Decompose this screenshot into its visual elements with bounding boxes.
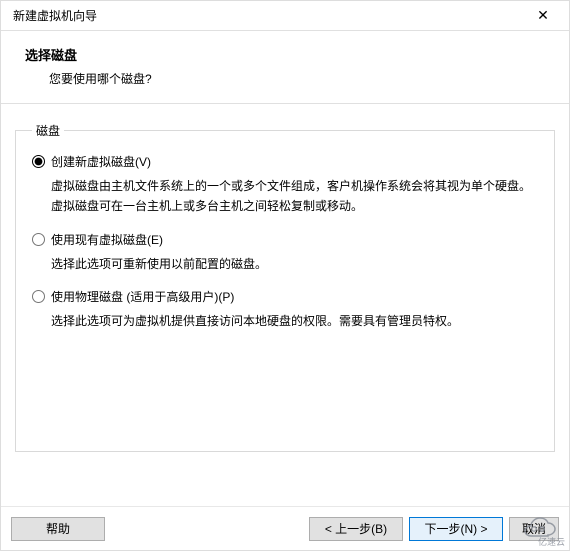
radio-use-existing-disk[interactable] (32, 233, 45, 246)
option-create-new-disk: 创建新虚拟磁盘(V) 虚拟磁盘由主机文件系统上的一个或多个文件组成，客户机操作系… (32, 153, 538, 217)
option-use-existing-disk-row[interactable]: 使用现有虚拟磁盘(E) (32, 231, 538, 248)
option-use-physical-disk: 使用物理磁盘 (适用于高级用户)(P) 选择此选项可为虚拟机提供直接访问本地硬盘… (32, 288, 538, 331)
option-use-physical-disk-row[interactable]: 使用物理磁盘 (适用于高级用户)(P) (32, 288, 538, 305)
option-label: 使用物理磁盘 (适用于高级用户)(P) (51, 288, 234, 305)
page-heading: 选择磁盘 (25, 45, 545, 64)
option-desc: 选择此选项可为虚拟机提供直接访问本地硬盘的权限。需要具有管理员特权。 (51, 311, 538, 331)
radio-use-physical-disk[interactable] (32, 290, 45, 303)
option-label: 使用现有虚拟磁盘(E) (51, 231, 163, 248)
disk-group: 磁盘 创建新虚拟磁盘(V) 虚拟磁盘由主机文件系统上的一个或多个文件组成，客户机… (15, 122, 555, 452)
back-button[interactable]: < 上一步(B) (309, 517, 403, 541)
wizard-footer: 帮助 < 上一步(B) 下一步(N) > 取消 (1, 506, 569, 550)
wizard-content: 磁盘 创建新虚拟磁盘(V) 虚拟磁盘由主机文件系统上的一个或多个文件组成，客户机… (1, 104, 569, 462)
window-title: 新建虚拟机向导 (13, 7, 97, 24)
page-subheading: 您要使用哪个磁盘? (25, 70, 545, 87)
option-desc: 虚拟磁盘由主机文件系统上的一个或多个文件组成，客户机操作系统会将其视为单个硬盘。… (51, 176, 538, 217)
cancel-button[interactable]: 取消 (509, 517, 559, 541)
option-use-existing-disk: 使用现有虚拟磁盘(E) 选择此选项可重新使用以前配置的磁盘。 (32, 231, 538, 274)
title-bar: 新建虚拟机向导 ✕ (1, 1, 569, 31)
close-icon: ✕ (537, 7, 549, 24)
close-button[interactable]: ✕ (525, 2, 561, 30)
disk-group-legend: 磁盘 (32, 122, 64, 139)
option-create-new-disk-row[interactable]: 创建新虚拟磁盘(V) (32, 153, 538, 170)
help-button[interactable]: 帮助 (11, 517, 105, 541)
wizard-header: 选择磁盘 您要使用哪个磁盘? (1, 31, 569, 104)
option-label: 创建新虚拟磁盘(V) (51, 153, 151, 170)
next-button[interactable]: 下一步(N) > (409, 517, 503, 541)
radio-create-new-disk[interactable] (32, 155, 45, 168)
option-desc: 选择此选项可重新使用以前配置的磁盘。 (51, 254, 538, 274)
